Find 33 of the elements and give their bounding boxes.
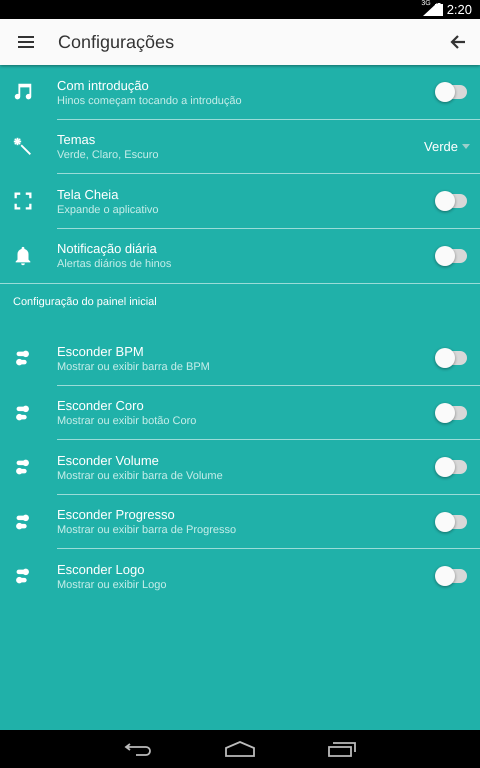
setting-subtitle: Verde, Claro, Escuro (57, 149, 160, 162)
setting-subtitle: Hinos começam tocando a introdução (57, 94, 243, 107)
toggle-switch[interactable] (437, 351, 467, 366)
setting-title: Esconder Logo (57, 562, 146, 577)
toggle-switch[interactable] (437, 248, 467, 263)
setting-subtitle: Mostrar ou exibir botão Coro (57, 415, 198, 428)
magic-wand-icon (12, 136, 34, 158)
setting-title: Notificação diária (57, 241, 158, 256)
setting-title: Esconder BPM (57, 344, 145, 359)
setting-subtitle: Mostrar ou exibir barra de Volume (57, 470, 224, 482)
setting-title: Esconder Coro (57, 398, 145, 414)
section-header: Configuração do painel inicial (13, 296, 157, 308)
fullscreen-icon (12, 190, 34, 212)
setting-subtitle: Expande o aplicativo (57, 204, 160, 216)
setting-subtitle: Mostrar ou exibir barra de BPM (57, 360, 211, 373)
toggle-switch[interactable] (437, 406, 467, 420)
setting-title: Tela Cheia (57, 186, 120, 202)
setting-title: Com introdução (57, 78, 150, 93)
toggle-switch[interactable] (437, 460, 467, 474)
toggle-switch[interactable] (437, 194, 467, 208)
setting-subtitle: Alertas diários de hinos (57, 258, 172, 270)
setting-subtitle: Mostrar ou exibir barra de Progresso (57, 524, 238, 536)
setting-subtitle: Mostrar ou exibir Logo (57, 578, 168, 591)
app-bar-title: Configurações (58, 32, 176, 52)
status-time: 2:20 (446, 2, 472, 17)
toggle-switch[interactable] (437, 514, 467, 529)
setting-title: Esconder Progresso (57, 507, 176, 522)
setting-title: Esconder Volume (57, 452, 160, 468)
theme-dropdown[interactable]: Verde (424, 139, 470, 154)
caret-icon (462, 144, 470, 150)
setting-title: Temas (57, 132, 96, 148)
toggle-switch[interactable] (437, 569, 467, 584)
toggle-switch[interactable] (437, 85, 467, 100)
